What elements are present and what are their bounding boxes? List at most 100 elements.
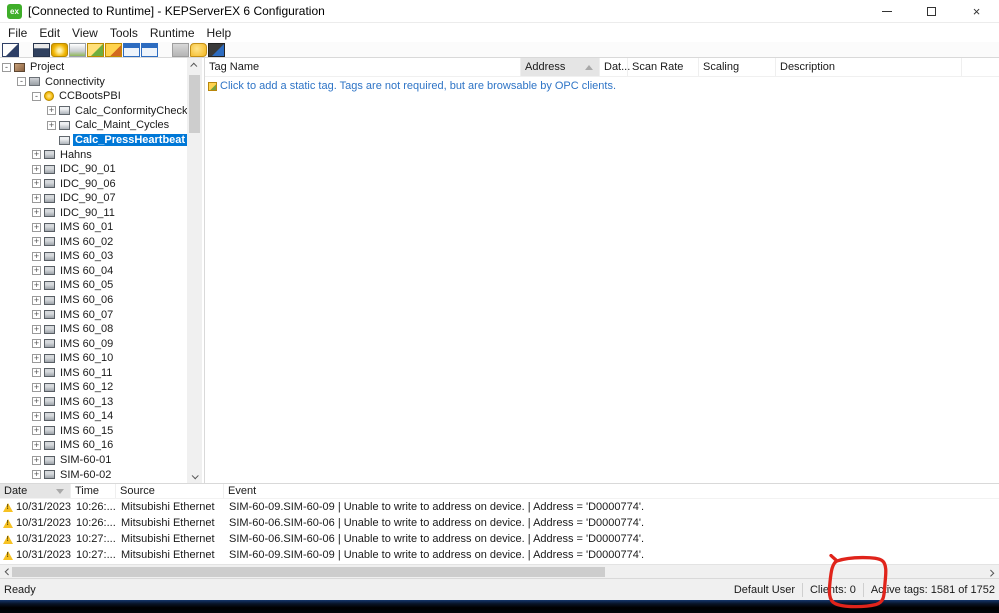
tree-item-ims-60-04[interactable]: +IMS 60_04 <box>0 264 204 279</box>
tree-item-ims-60-01[interactable]: +IMS 60_01 <box>0 220 204 235</box>
tree-item-ims-60-15[interactable]: +IMS 60_15 <box>0 424 204 439</box>
tree-item-ims-60-02[interactable]: +IMS 60_02 <box>0 235 204 250</box>
menu-view[interactable]: View <box>66 26 104 40</box>
horizontal-scrollbar[interactable] <box>0 564 999 578</box>
tree-scrollbar[interactable] <box>187 58 202 483</box>
expand-icon[interactable]: + <box>47 106 56 115</box>
expand-icon[interactable]: + <box>32 354 41 363</box>
expand-icon[interactable]: + <box>32 339 41 348</box>
tree-item-ims-60-14[interactable]: +IMS 60_14 <box>0 409 204 424</box>
scroll-up-button[interactable] <box>187 58 202 72</box>
apply-check-icon[interactable] <box>208 43 225 57</box>
tree-item-calc-conformitycheck[interactable]: +Calc_ConformityCheck <box>0 104 204 119</box>
expand-icon[interactable]: + <box>32 470 41 479</box>
expand-icon[interactable]: + <box>32 208 41 217</box>
column-header-event[interactable]: Event <box>224 484 999 498</box>
tree-item-ims-60-13[interactable]: +IMS 60_13 <box>0 395 204 410</box>
column-header-date[interactable]: Date <box>0 484 71 498</box>
scroll-right-button[interactable] <box>984 565 999 579</box>
column-header-time[interactable]: Time <box>71 484 116 498</box>
tree-item-ims-60-10[interactable]: +IMS 60_10 <box>0 351 204 366</box>
expand-icon[interactable]: + <box>32 237 41 246</box>
new-project-icon[interactable] <box>2 43 19 57</box>
expand-icon[interactable]: + <box>32 441 41 450</box>
new-tag-group-icon[interactable] <box>87 43 104 57</box>
scroll-down-button[interactable] <box>187 469 202 483</box>
horizontal-scrollbar-thumb[interactable] <box>12 567 605 577</box>
expand-icon[interactable]: + <box>32 383 41 392</box>
tree-item-ims-60-07[interactable]: +IMS 60_07 <box>0 307 204 322</box>
tree-item-ims-60-05[interactable]: +IMS 60_05 <box>0 278 204 293</box>
menu-edit[interactable]: Edit <box>33 26 66 40</box>
tree-item-project[interactable]: -Project <box>0 60 204 75</box>
expand-icon[interactable]: + <box>32 412 41 421</box>
menu-runtime[interactable]: Runtime <box>144 26 201 40</box>
expand-icon[interactable]: + <box>47 121 56 130</box>
expand-icon[interactable]: + <box>32 194 41 203</box>
column-header-source[interactable]: Source <box>116 484 224 498</box>
edit-project-icon[interactable] <box>33 43 50 57</box>
tree-item-sim-60-01[interactable]: +SIM-60-01 <box>0 453 204 468</box>
properties-icon[interactable] <box>172 43 189 57</box>
expand-icon[interactable]: + <box>32 150 41 159</box>
column-header-scaling[interactable]: Scaling <box>699 58 776 76</box>
tree-item-idc-90-07[interactable]: +IDC_90_07 <box>0 191 204 206</box>
tree-item-ims-60-03[interactable]: +IMS 60_03 <box>0 249 204 264</box>
expand-icon[interactable]: + <box>32 266 41 275</box>
close-button[interactable]: × <box>954 0 999 22</box>
menu-tools[interactable]: Tools <box>104 26 144 40</box>
tree-item-ims-60-06[interactable]: +IMS 60_06 <box>0 293 204 308</box>
expand-icon[interactable]: + <box>32 296 41 305</box>
add-static-tag-link[interactable]: Click to add a static tag. Tags are not … <box>205 77 999 92</box>
column-header-description[interactable]: Description <box>776 58 962 76</box>
maximize-button[interactable] <box>909 0 954 22</box>
expand-icon[interactable]: + <box>32 397 41 406</box>
menu-file[interactable]: File <box>2 26 33 40</box>
view-window-1-icon[interactable] <box>123 43 140 57</box>
tree-item-calc-maint-cycles[interactable]: +Calc_Maint_Cycles <box>0 118 204 133</box>
expand-icon[interactable]: + <box>32 223 41 232</box>
expand-icon[interactable]: + <box>32 426 41 435</box>
event-row[interactable]: 10/31/202310:26:...Mitsubishi EthernetSI… <box>0 499 999 515</box>
minimize-button[interactable] <box>864 0 909 22</box>
expand-icon[interactable]: + <box>32 368 41 377</box>
tree-item-ims-60-11[interactable]: +IMS 60_11 <box>0 365 204 380</box>
expand-icon[interactable]: + <box>32 179 41 188</box>
expand-icon[interactable]: + <box>32 325 41 334</box>
tree-item-calc-pressheartbeat[interactable]: Calc_PressHeartbeat <box>0 133 204 148</box>
menu-help[interactable]: Help <box>201 26 238 40</box>
collapse-icon[interactable]: - <box>2 63 11 72</box>
new-tag-icon[interactable] <box>105 43 122 57</box>
event-row[interactable]: 10/31/202310:27:...Mitsubishi EthernetSI… <box>0 531 999 547</box>
tree-item-idc-90-06[interactable]: +IDC_90_06 <box>0 176 204 191</box>
tree-item-ccbootspbi[interactable]: -CCBootsPBI <box>0 89 204 104</box>
tree-item-sim-60-02[interactable]: +SIM-60-02 <box>0 467 204 482</box>
collapse-icon[interactable]: - <box>17 77 26 86</box>
collapse-icon[interactable]: - <box>32 92 41 101</box>
expand-icon[interactable]: + <box>32 310 41 319</box>
new-channel-icon[interactable] <box>51 43 68 57</box>
view-window-2-icon[interactable] <box>141 43 158 57</box>
column-header-tag-name[interactable]: Tag Name <box>205 58 521 76</box>
tree-item-ims-60-08[interactable]: +IMS 60_08 <box>0 322 204 337</box>
column-header-blank[interactable] <box>962 58 999 76</box>
tree-item-ims-60-09[interactable]: +IMS 60_09 <box>0 336 204 351</box>
tree-item-connectivity[interactable]: -Connectivity <box>0 75 204 90</box>
expand-icon[interactable]: + <box>32 252 41 261</box>
event-row[interactable]: 10/31/202310:27:...Mitsubishi EthernetSI… <box>0 547 999 563</box>
column-header-dat[interactable]: Dat... <box>600 58 628 76</box>
tree-scrollbar-thumb[interactable] <box>189 75 200 133</box>
quick-client-icon[interactable] <box>190 43 207 57</box>
tree-item-ims-60-12[interactable]: +IMS 60_12 <box>0 380 204 395</box>
tree-item-ims-60-16[interactable]: +IMS 60_16 <box>0 438 204 453</box>
expand-icon[interactable]: + <box>32 281 41 290</box>
new-device-icon[interactable] <box>69 43 86 57</box>
event-row[interactable]: 10/31/202310:26:...Mitsubishi EthernetSI… <box>0 515 999 531</box>
tree-item-hahns[interactable]: +Hahns <box>0 147 204 162</box>
column-header-address[interactable]: Address <box>521 58 600 76</box>
column-header-scan-rate[interactable]: Scan Rate <box>628 58 699 76</box>
tree-item-idc-90-11[interactable]: +IDC_90_11 <box>0 205 204 220</box>
tree-item-idc-90-01[interactable]: +IDC_90_01 <box>0 162 204 177</box>
expand-icon[interactable]: + <box>32 165 41 174</box>
expand-icon[interactable]: + <box>32 456 41 465</box>
